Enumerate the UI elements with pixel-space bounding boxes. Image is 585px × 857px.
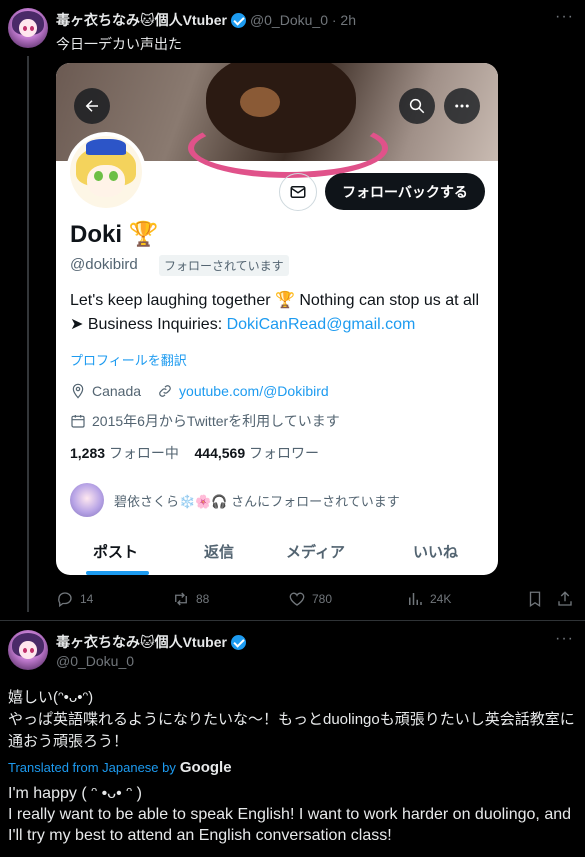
profile-bio: Let's keep laughing together 🏆 Nothing c… (70, 289, 490, 337)
tweet-text: 今日一デカい声出た (56, 36, 182, 52)
active-tab-indicator (86, 571, 149, 575)
tab-replies[interactable]: 返信 (204, 541, 234, 562)
google-logo: Google (179, 759, 232, 776)
verified-icon (230, 12, 246, 28)
bookmark-button[interactable] (526, 590, 544, 608)
tweet2-header: 毒ヶ衣ちなみ🐱個人Vtuber (56, 632, 246, 652)
location-text: Canada (92, 383, 142, 399)
author-avatar[interactable] (8, 630, 48, 670)
tab-posts[interactable]: ポスト (93, 541, 138, 562)
like-button[interactable]: 780 (288, 590, 332, 608)
profile-tabs: ポスト 返信 メディア いいね (56, 533, 498, 575)
profile-meta-row: Canada youtube.com/@Dokibird (70, 383, 329, 399)
like-count: 780 (312, 592, 333, 606)
like-icon (289, 592, 305, 606)
share-icon (558, 591, 572, 606)
embedded-profile-screenshot[interactable]: フォローバックする Doki 🏆 @dokibird フォローされています Le… (56, 63, 498, 575)
followers-count: 444,569 (194, 445, 246, 461)
more-icon[interactable]: ··· (555, 8, 574, 26)
retweet-count: 88 (196, 592, 210, 606)
joined-text: 2015年6月からTwitterを利用しています (92, 413, 340, 429)
follower-avatar (70, 483, 104, 517)
link-icon (159, 385, 171, 397)
location-icon (72, 383, 84, 399)
divider (0, 620, 585, 621)
search-icon[interactable] (399, 88, 435, 124)
author-handle-time[interactable]: @0_Doku_0 · 2h (250, 12, 356, 28)
author-name[interactable]: 毒ヶ衣ちなみ🐱個人Vtuber (56, 10, 227, 30)
follow-stats: 1,283 フォロー中 444,569 フォロワー (70, 443, 319, 463)
verified-icon (230, 634, 246, 650)
more-icon[interactable]: ··· (555, 630, 574, 648)
profile-avatar[interactable] (66, 132, 146, 212)
tweet-actions: 14 88 780 24K (56, 590, 576, 610)
tweet2-line2: やっぱ英語喋れるようになりたいな〜！もっとduolingoも頑張りたいし英会話教… (8, 711, 575, 750)
retweet-icon (175, 592, 187, 606)
share-button[interactable] (556, 590, 574, 608)
translated-from-label: Translated from Japanese by (8, 760, 176, 775)
reply-icon (58, 592, 72, 608)
translate-profile-link[interactable]: プロフィールを翻訳 (70, 350, 187, 369)
tweet-header: 毒ヶ衣ちなみ🐱個人Vtuber @0_Doku_0 · 2h (56, 10, 356, 30)
tab-media[interactable]: メディア (286, 541, 345, 562)
joined-row: 2015年6月からTwitterを利用しています (70, 411, 340, 431)
website-link[interactable]: youtube.com/@Dokibird (179, 383, 329, 399)
tweet2-line1: 嬉しい(ᵔ•ᴗ•ᵔ) (8, 689, 94, 706)
translation-line1: I'm happy ( ᵔ •ᴗ• ᵔ ) (8, 785, 142, 802)
more-icon[interactable] (444, 88, 480, 124)
followers-label: フォロワー (249, 445, 319, 461)
translated-text: I'm happy ( ᵔ •ᴗ• ᵔ ) I really want to b… (8, 783, 583, 846)
mail-icon[interactable] (279, 173, 317, 211)
author-name[interactable]: 毒ヶ衣ちなみ🐱個人Vtuber (56, 632, 227, 652)
bio-email-link[interactable]: DokiCanRead@gmail.com (227, 316, 416, 333)
bookmark-icon (529, 591, 541, 608)
retweet-button[interactable]: 88 (172, 590, 209, 608)
follow-back-button[interactable]: フォローバックする (325, 173, 485, 210)
profile-handle: @dokibird (70, 256, 138, 273)
reply-count: 14 (80, 592, 94, 606)
cone-collar (188, 118, 388, 178)
calendar-icon (71, 415, 85, 428)
following-count: 1,283 (70, 445, 106, 461)
views-count: 24K (430, 592, 452, 606)
following-stat[interactable]: 1,283 フォロー中 (70, 445, 179, 461)
views-button[interactable]: 24K (406, 590, 451, 608)
followed-by-text: 碧依さくら❄️🌸🎧 さんにフォローされています (114, 493, 400, 509)
following-label: フォロー中 (108, 445, 179, 461)
tab-likes[interactable]: いいね (413, 541, 458, 562)
translation-attribution: Translated from Japanese by Google (8, 759, 232, 776)
follows-you-badge: フォローされています (159, 255, 289, 276)
profile-name: Doki 🏆 (70, 221, 159, 248)
views-icon (409, 593, 422, 605)
followers-stat[interactable]: 444,569 フォロワー (195, 445, 320, 461)
reply-button[interactable]: 14 (56, 590, 93, 608)
translation-line2: I really want to be able to speak Englis… (8, 806, 572, 844)
author-handle[interactable]: @0_Doku_0 (56, 653, 134, 669)
thread-line (27, 56, 29, 612)
tweet2-text: 嬉しい(ᵔ•ᴗ•ᵔ) やっぱ英語喋れるようになりたいな〜！もっとduolingo… (8, 687, 578, 753)
author-avatar[interactable] (8, 8, 48, 48)
back-arrow-icon[interactable] (74, 88, 110, 124)
followed-by-row[interactable]: 碧依さくら❄️🌸🎧 さんにフォローされています (70, 483, 400, 517)
